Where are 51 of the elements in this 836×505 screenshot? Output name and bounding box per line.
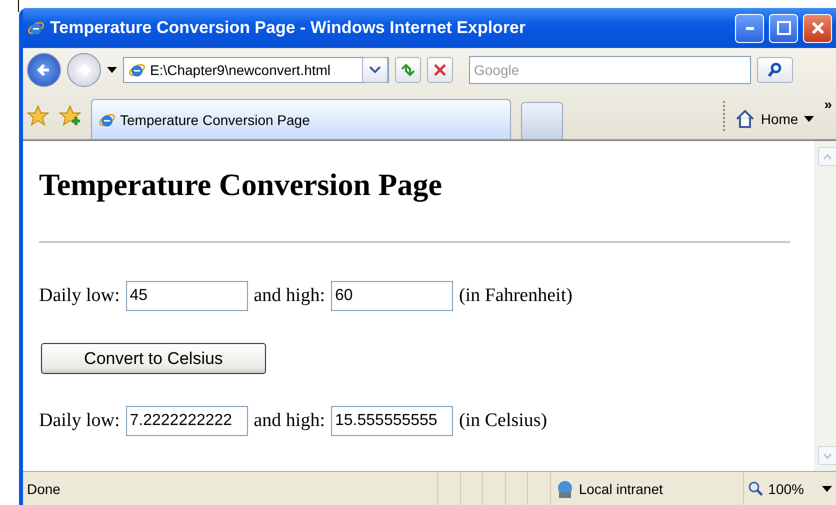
- star-icon[interactable]: [27, 105, 49, 127]
- stop-icon: [434, 64, 446, 76]
- refresh-button[interactable]: [395, 57, 421, 83]
- back-button[interactable]: [27, 53, 61, 87]
- stop-button[interactable]: [427, 57, 453, 83]
- field-label: and high:: [254, 285, 325, 307]
- forward-arrow-icon: [76, 62, 92, 78]
- ie-logo-icon: [27, 19, 45, 37]
- minimize-button[interactable]: [735, 14, 764, 42]
- more-tools-button[interactable]: »: [824, 96, 832, 112]
- house-icon: [734, 109, 755, 129]
- forward-button[interactable]: [67, 53, 101, 87]
- zoom-button[interactable]: 100%: [743, 472, 836, 505]
- close-icon: [810, 21, 824, 35]
- chevron-up-icon: [823, 154, 832, 160]
- browser-tab[interactable]: Temperature Conversion Page: [91, 99, 511, 139]
- back-arrow-icon: [36, 62, 52, 78]
- history-dropdown[interactable]: [107, 67, 117, 73]
- search-button[interactable]: [757, 57, 793, 83]
- caret-icon: [107, 67, 117, 73]
- input-field[interactable]: 60: [331, 281, 453, 311]
- maximize-icon: [776, 21, 790, 35]
- minimize-icon: [746, 26, 754, 30]
- zoom-icon: [748, 480, 764, 496]
- security-zone: Local intranet: [550, 472, 744, 505]
- unit-label: (in Celsius): [459, 410, 548, 432]
- page-heading: Temperature Conversion Page: [39, 167, 443, 203]
- address-field[interactable]: E:\Chapter9\newconvert.html: [123, 57, 389, 83]
- input-field[interactable]: 7.2222222222: [126, 406, 248, 436]
- caret-icon: [804, 116, 814, 122]
- window-title: Temperature Conversion Page - Windows Internet Explorer: [50, 18, 527, 38]
- input-field[interactable]: 15.555555555: [331, 406, 453, 436]
- refresh-icon: [400, 63, 416, 77]
- search-field[interactable]: Google: [469, 56, 751, 84]
- caret-icon: [822, 486, 832, 492]
- convert-button[interactable]: Convert to Celsius: [41, 343, 266, 374]
- chevron-down-icon: [369, 66, 381, 74]
- address-dropdown-button[interactable]: [362, 57, 388, 83]
- unit-label: (in Fahrenheit): [459, 285, 572, 307]
- ie-logo-icon: [128, 61, 146, 79]
- input-field[interactable]: 45: [126, 281, 248, 311]
- field-label: and high:: [254, 410, 325, 432]
- field-label: Daily low:: [39, 410, 120, 432]
- maximize-button[interactable]: [769, 14, 798, 42]
- search-icon: [767, 62, 783, 78]
- home-button[interactable]: Home: [734, 109, 814, 139]
- add-favorite-icon[interactable]: [59, 105, 81, 127]
- close-button[interactable]: [803, 14, 832, 42]
- chevron-down-icon: [823, 452, 832, 458]
- status-text: Done: [27, 480, 60, 496]
- field-label: Daily low:: [39, 285, 120, 307]
